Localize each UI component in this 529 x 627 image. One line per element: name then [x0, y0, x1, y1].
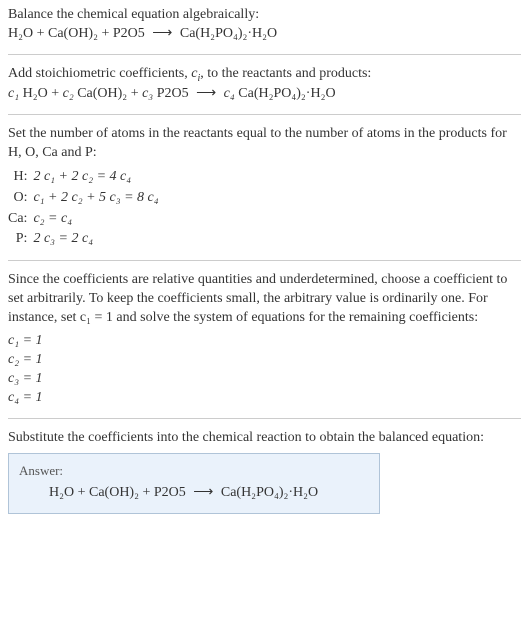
step2-title: Set the number of atoms in the reactants… — [8, 125, 521, 163]
atom-equations: H: 2 c₁ + 2 c₂ = 4 c₄ O: c₁ + 2 c₂ + 5 c… — [8, 167, 165, 251]
row-label: P: — [8, 229, 33, 250]
step1-title-suffix: , to the reactants and products: — [200, 66, 371, 81]
solved-c3: c₃ = 1 — [8, 370, 521, 389]
answer-rhs: Ca(H₂PO₄)₂·H₂O — [221, 485, 318, 500]
row-eq: c₁ + 2 c₂ + 5 c₃ = 8 c₄ — [33, 188, 164, 209]
t1: H₂O — [23, 86, 48, 101]
intro-lhs: H₂O + Ca(OH)₂ + P2O5 — [8, 26, 145, 41]
step1-title: Add stoichiometric coefficients, ci, to … — [8, 65, 521, 85]
arrow-icon: ⟶ — [189, 484, 217, 503]
intro-rhs: Ca(H₂PO₄)₂·H₂O — [180, 26, 277, 41]
divider — [8, 54, 521, 55]
divider — [8, 114, 521, 115]
table-row: P: 2 c₃ = 2 c₄ — [8, 229, 165, 250]
answer-label: Answer: — [19, 462, 369, 480]
solved-c2: c₂ = 1 — [8, 351, 521, 370]
intro-title: Balance the chemical equation algebraica… — [8, 6, 521, 25]
row-label: H: — [8, 167, 33, 188]
table-row: Ca: c₂ = c₄ — [8, 209, 165, 230]
row-label: Ca: — [8, 209, 33, 230]
step4-title: Substitute the coefficients into the che… — [8, 429, 521, 448]
c2: c₂ — [63, 86, 74, 101]
divider — [8, 418, 521, 419]
step3-title: Since the coefficients are relative quan… — [8, 271, 521, 328]
arrow-icon: ⟶ — [192, 85, 220, 104]
answer-lhs: H₂O + Ca(OH)₂ + P2O5 — [49, 485, 186, 500]
row-eq: 2 c₁ + 2 c₂ = 4 c₄ — [33, 167, 164, 188]
row-eq: c₂ = c₄ — [33, 209, 164, 230]
t3: P2O5 — [157, 86, 189, 101]
solved-c4: c₄ = 1 — [8, 389, 521, 408]
solved-values: c₁ = 1 c₂ = 1 c₃ = 1 c₄ = 1 — [8, 332, 521, 408]
step1-title-prefix: Add stoichiometric coefficients, — [8, 66, 191, 81]
table-row: H: 2 c₁ + 2 c₂ = 4 c₄ — [8, 167, 165, 188]
t2: Ca(OH)₂ — [77, 86, 127, 101]
c4: c₄ — [224, 86, 235, 101]
answer-box: Answer: H₂O + Ca(OH)₂ + P2O5 ⟶ Ca(H₂PO₄)… — [8, 453, 380, 513]
arrow-icon: ⟶ — [148, 25, 176, 44]
table-row: O: c₁ + 2 c₂ + 5 c₃ = 8 c₄ — [8, 188, 165, 209]
divider — [8, 260, 521, 261]
row-eq: 2 c₃ = 2 c₄ — [33, 229, 164, 250]
intro-reaction: H₂O + Ca(OH)₂ + P2O5 ⟶ Ca(H₂PO₄)₂·H₂O — [8, 25, 521, 44]
c1: c₁ — [8, 86, 19, 101]
step1-equation: c₁ H₂O + c₂ Ca(OH)₂ + c₃ P2O5 ⟶ c₄ Ca(H₂… — [8, 85, 521, 104]
c3: c₃ — [142, 86, 153, 101]
answer-equation: H₂O + Ca(OH)₂ + P2O5 ⟶ Ca(H₂PO₄)₂·H₂O — [19, 484, 369, 503]
row-label: O: — [8, 188, 33, 209]
solved-c1: c₁ = 1 — [8, 332, 521, 351]
t4: Ca(H₂PO₄)₂·H₂O — [238, 86, 335, 101]
